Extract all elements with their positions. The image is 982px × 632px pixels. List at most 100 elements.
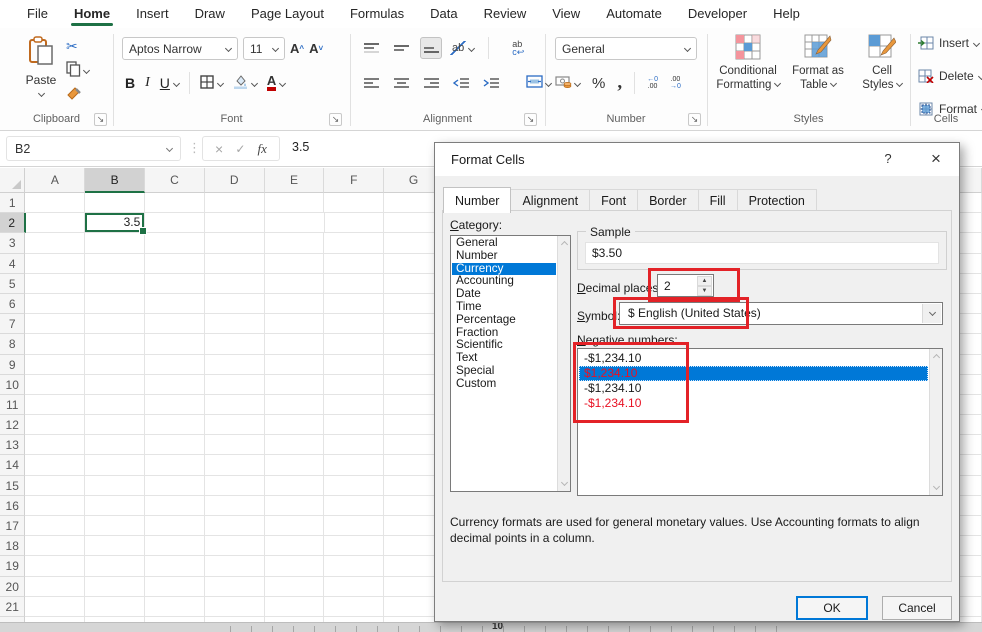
menu-tab-review[interactable]: Review	[471, 0, 540, 28]
cell-E7[interactable]	[265, 314, 325, 334]
cell-E8[interactable]	[265, 334, 325, 354]
decimal-places-spinner[interactable]: 2 ▲ ▼	[657, 274, 714, 297]
row-header-8[interactable]: 8	[0, 334, 25, 354]
cell-B1[interactable]	[85, 193, 145, 213]
row-header-12[interactable]: 12	[0, 415, 25, 435]
dialog-title-bar[interactable]: Format Cells ? ×	[435, 143, 959, 176]
cell-A20[interactable]	[25, 577, 85, 597]
cell-C6[interactable]	[145, 294, 205, 314]
orientation-button[interactable]: ab	[450, 41, 474, 55]
row-header-7[interactable]: 7	[0, 314, 25, 334]
negative-numbers-list[interactable]: -$1,234.10 $1,234.10 -$1,234.10 -$1,234.…	[577, 348, 943, 496]
cell-B6[interactable]	[85, 294, 145, 314]
spin-down-icon[interactable]: ▼	[697, 286, 712, 296]
cell-E18[interactable]	[265, 536, 325, 556]
category-general[interactable]: General	[452, 237, 556, 250]
cell-E10[interactable]	[265, 375, 325, 395]
cell-D4[interactable]	[205, 254, 265, 274]
accounting-format-button[interactable]	[555, 75, 580, 92]
cell-B18[interactable]	[85, 536, 145, 556]
underline-button[interactable]: U	[160, 75, 179, 91]
row-header-19[interactable]: 19	[0, 556, 25, 576]
increase-indent-button[interactable]	[480, 72, 502, 94]
cell-B7[interactable]	[85, 314, 145, 334]
row-header-11[interactable]: 11	[0, 395, 25, 415]
menu-tab-formulas[interactable]: Formulas	[337, 0, 417, 28]
cell-C21[interactable]	[145, 597, 205, 617]
cell-A1[interactable]	[25, 193, 85, 213]
row-header-5[interactable]: 5	[0, 274, 25, 294]
insert-cells-button[interactable]: Insert	[918, 36, 979, 50]
cell-A19[interactable]	[25, 556, 85, 576]
underline-chevron[interactable]	[173, 79, 180, 86]
insert-function-icon[interactable]: fx	[258, 141, 267, 157]
paste-button[interactable]: Paste	[18, 36, 64, 101]
cell-F20[interactable]	[324, 577, 384, 597]
conditional-formatting-chevron[interactable]	[774, 80, 781, 87]
cell-D8[interactable]	[205, 334, 265, 354]
tab-number[interactable]: Number	[443, 187, 511, 213]
menu-tab-view[interactable]: View	[539, 0, 593, 28]
cell-E14[interactable]	[265, 455, 325, 475]
cell-B9[interactable]	[85, 355, 145, 375]
cell-A16[interactable]	[25, 496, 85, 516]
row-header-6[interactable]: 6	[0, 294, 25, 314]
cell-C4[interactable]	[145, 254, 205, 274]
menu-tab-file[interactable]: File	[14, 0, 61, 28]
cell-D21[interactable]	[205, 597, 265, 617]
cell-A13[interactable]	[25, 435, 85, 455]
cell-E6[interactable]	[265, 294, 325, 314]
center-button[interactable]	[390, 72, 412, 94]
cell-A8[interactable]	[25, 334, 85, 354]
font-name-combo[interactable]: Aptos Narrow	[122, 37, 238, 60]
cell-D15[interactable]	[205, 476, 265, 496]
scroll-down-icon[interactable]	[930, 481, 942, 495]
cell-D5[interactable]	[205, 274, 265, 294]
cell-A9[interactable]	[25, 355, 85, 375]
cell-C14[interactable]	[145, 455, 205, 475]
format-as-table-button[interactable]: Format asTable	[785, 34, 851, 92]
borders-button[interactable]	[200, 75, 223, 92]
alignment-dialog-launcher[interactable]: ↘	[524, 113, 537, 126]
close-icon[interactable]: ×	[925, 149, 947, 169]
cell-A4[interactable]	[25, 254, 85, 274]
cell-C3[interactable]	[145, 233, 205, 253]
wrap-text-button[interactable]: abc↩	[507, 37, 529, 59]
category-special[interactable]: Special	[452, 365, 556, 378]
cell-B13[interactable]	[85, 435, 145, 455]
cell-D7[interactable]	[205, 314, 265, 334]
column-header-B[interactable]: B	[85, 168, 145, 193]
cell-F16[interactable]	[324, 496, 384, 516]
cell-A12[interactable]	[25, 415, 85, 435]
cell-D18[interactable]	[205, 536, 265, 556]
name-box-chevron[interactable]	[166, 145, 173, 152]
cell-F11[interactable]	[324, 395, 384, 415]
cell-C15[interactable]	[145, 476, 205, 496]
percent-style-button[interactable]: %	[592, 75, 605, 92]
cell-D10[interactable]	[205, 375, 265, 395]
ok-button[interactable]: OK	[796, 596, 868, 620]
cell-B11[interactable]	[85, 395, 145, 415]
cell-D2[interactable]	[205, 213, 265, 233]
cell-F5[interactable]	[324, 274, 384, 294]
decrease-indent-button[interactable]	[450, 72, 472, 94]
cell-E17[interactable]	[265, 516, 325, 536]
cell-E3[interactable]	[265, 233, 325, 253]
cell-D16[interactable]	[205, 496, 265, 516]
comma-style-button[interactable]: ,	[617, 72, 622, 94]
cell-C11[interactable]	[145, 395, 205, 415]
cell-F17[interactable]	[324, 516, 384, 536]
scroll-up-icon[interactable]	[558, 236, 570, 250]
cancel-entry-icon[interactable]: ×	[215, 141, 223, 157]
row-header-2[interactable]: 2	[0, 213, 26, 233]
cell-F21[interactable]	[324, 597, 384, 617]
cell-E20[interactable]	[265, 577, 325, 597]
cell-F7[interactable]	[324, 314, 384, 334]
cell-C12[interactable]	[145, 415, 205, 435]
cell-F18[interactable]	[324, 536, 384, 556]
cell-D13[interactable]	[205, 435, 265, 455]
cell-B2[interactable]: 3.5	[85, 213, 145, 233]
cell-A6[interactable]	[25, 294, 85, 314]
category-scrollbar[interactable]	[557, 236, 570, 491]
font-size-combo[interactable]: 11	[243, 37, 285, 60]
